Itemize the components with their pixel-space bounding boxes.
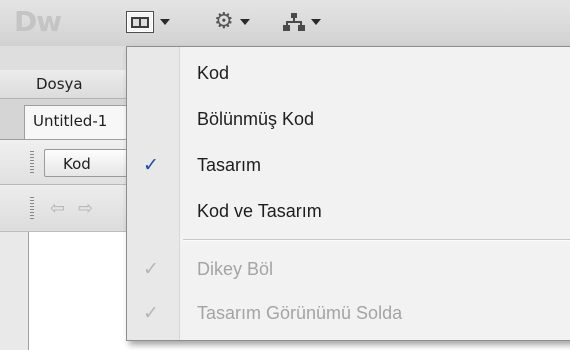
sitemap-icon — [283, 11, 305, 33]
menu-item-label: Kod ve Tasarım — [197, 201, 322, 221]
menu-separator — [183, 239, 570, 241]
chevron-down-icon — [311, 19, 321, 25]
app-logo: Dw — [14, 5, 62, 38]
left-gutter — [0, 232, 28, 350]
check-icon: ✓ — [143, 259, 159, 280]
back-arrow-icon[interactable]: ⇦ — [50, 198, 65, 219]
menu-item-design[interactable]: ✓ Tasarım — [127, 143, 570, 189]
toolbar-grip[interactable] — [30, 197, 34, 219]
menu-item-split-code[interactable]: Bölünmüş Kod — [127, 97, 570, 143]
chevron-down-icon — [239, 19, 250, 25]
menu-item-design-view-left[interactable]: ✓ Tasarım Görünümü Solda — [127, 291, 570, 337]
app-toolbar: Dw ⚙ — [0, 0, 570, 47]
site-menu-button[interactable] — [283, 9, 335, 35]
chevron-down-icon — [160, 19, 170, 25]
layout-split-icon — [126, 11, 154, 33]
layout-dropdown-menu: Kod Bölünmüş Kod ✓ Tasarım Kod ve Tasarı… — [126, 46, 570, 341]
menu-item-label: Dikey Böl — [197, 259, 274, 279]
check-icon: ✓ — [143, 155, 159, 176]
forward-arrow-icon[interactable]: ⇨ — [78, 198, 93, 219]
menu-item-label: Tasarım — [197, 155, 262, 175]
menu-file[interactable]: Dosya — [36, 75, 83, 93]
menu-item-code[interactable]: Kod — [127, 51, 570, 97]
menu-item-code-and-design[interactable]: Kod ve Tasarım — [127, 189, 570, 235]
layout-menu-button[interactable] — [126, 9, 198, 35]
gear-icon: ⚙ — [214, 9, 234, 34]
toolbar-grip[interactable] — [30, 151, 34, 173]
menu-item-vertical-split[interactable]: ✓ Dikey Böl — [127, 247, 570, 293]
menu-item-label: Bölünmüş Kod — [197, 109, 315, 129]
check-icon: ✓ — [143, 303, 159, 324]
code-view-button[interactable]: Kod — [44, 149, 128, 177]
menu-item-label: Kod — [197, 63, 230, 83]
settings-menu-button[interactable]: ⚙ — [214, 9, 264, 35]
menu-item-label: Tasarım Görünümü Solda — [197, 303, 403, 323]
